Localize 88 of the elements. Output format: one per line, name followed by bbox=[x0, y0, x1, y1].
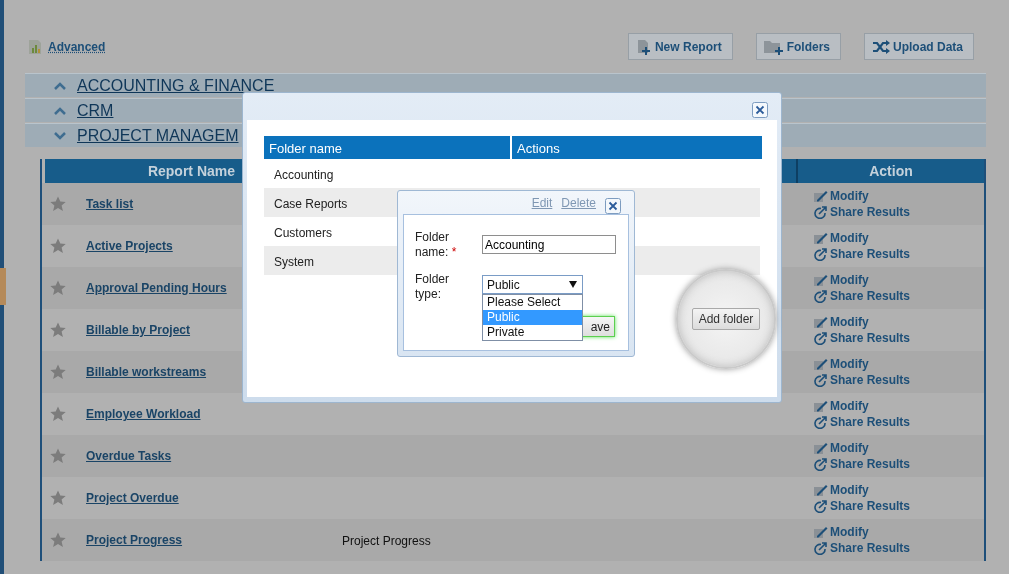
field-label: Folder type: bbox=[415, 272, 450, 302]
share-results-link[interactable]: Share Results bbox=[814, 247, 984, 261]
column-header: Action bbox=[796, 159, 984, 183]
share-results-link[interactable]: Share Results bbox=[814, 289, 984, 303]
star-icon[interactable] bbox=[50, 448, 66, 464]
folder-name[interactable]: Customers bbox=[264, 226, 332, 240]
share-icon bbox=[814, 289, 828, 303]
pencil-icon bbox=[814, 274, 828, 286]
modify-link[interactable]: Modify bbox=[814, 315, 984, 329]
modify-link[interactable]: Modify bbox=[814, 231, 984, 245]
modify-link[interactable]: Modify bbox=[814, 483, 984, 497]
share-results-link[interactable]: Share Results bbox=[814, 541, 984, 555]
dropdown-option[interactable]: Public bbox=[483, 310, 582, 325]
folder-name-field[interactable]: Accounting bbox=[482, 235, 616, 254]
modify-link[interactable]: Modify bbox=[814, 525, 984, 539]
close-icon[interactable] bbox=[605, 197, 621, 214]
pencil-icon bbox=[814, 358, 828, 370]
star-icon[interactable] bbox=[50, 196, 66, 212]
share-icon bbox=[814, 247, 828, 261]
modify-link[interactable]: Modify bbox=[814, 357, 984, 371]
section-title[interactable]: CRM bbox=[77, 101, 114, 120]
pencil-icon bbox=[814, 232, 828, 244]
star-icon[interactable] bbox=[50, 364, 66, 380]
report-link[interactable]: Approval Pending Hours bbox=[86, 281, 227, 295]
modify-link[interactable]: Modify bbox=[814, 399, 984, 413]
share-icon bbox=[814, 541, 828, 555]
pencil-icon bbox=[814, 526, 828, 538]
star-icon[interactable] bbox=[50, 532, 66, 548]
dropdown-arrow-icon bbox=[569, 281, 577, 288]
share-icon bbox=[814, 205, 828, 219]
advanced-link[interactable]: Advanced bbox=[48, 39, 106, 54]
dropdown-option[interactable]: Please Select bbox=[483, 295, 582, 310]
star-icon[interactable] bbox=[50, 490, 66, 506]
close-icon[interactable] bbox=[752, 101, 768, 118]
folder-name[interactable]: Case Reports bbox=[264, 197, 348, 211]
share-icon bbox=[814, 331, 828, 345]
modify-link[interactable]: Modify bbox=[814, 441, 984, 455]
share-icon bbox=[814, 499, 828, 513]
star-icon[interactable] bbox=[50, 280, 66, 296]
folder-name[interactable]: Accounting bbox=[264, 168, 334, 182]
report-chart-icon bbox=[28, 38, 44, 55]
chevron-up-icon[interactable] bbox=[54, 106, 66, 115]
star-icon[interactable] bbox=[50, 238, 66, 254]
field-label: Folder name: * bbox=[415, 230, 458, 260]
share-results-link[interactable]: Share Results bbox=[814, 205, 984, 219]
column-header: Folder name bbox=[264, 136, 510, 159]
pencil-icon bbox=[814, 400, 828, 412]
share-results-link[interactable]: Share Results bbox=[814, 457, 984, 471]
folder-name[interactable]: System bbox=[264, 255, 314, 269]
modify-link[interactable]: Modify bbox=[814, 189, 984, 203]
add-folder-icon bbox=[763, 38, 784, 55]
chevron-down-icon[interactable] bbox=[54, 131, 66, 140]
pencil-icon bbox=[814, 484, 828, 496]
share-results-link[interactable]: Share Results bbox=[814, 331, 984, 345]
report-link[interactable]: Active Projects bbox=[86, 239, 173, 253]
toolbar-button[interactable]: New Report bbox=[627, 33, 733, 60]
pencil-icon bbox=[814, 316, 828, 328]
share-icon bbox=[814, 457, 828, 471]
star-icon[interactable] bbox=[50, 406, 66, 422]
section-title[interactable]: PROJECT MANAGEM bbox=[77, 126, 239, 145]
side-tab[interactable] bbox=[0, 268, 6, 305]
star-icon[interactable] bbox=[50, 322, 66, 338]
report-link[interactable]: Billable workstreams bbox=[86, 365, 207, 379]
add-folder-button[interactable]: Add folder bbox=[691, 308, 761, 330]
toolbar-button[interactable]: Upload Data bbox=[864, 33, 974, 60]
column-header: Actions bbox=[512, 136, 762, 159]
chevron-up-icon[interactable] bbox=[54, 81, 66, 90]
shuffle-icon bbox=[872, 39, 890, 54]
report-link[interactable]: Employee Workload bbox=[86, 407, 201, 421]
pencil-icon bbox=[814, 190, 828, 202]
share-icon bbox=[814, 373, 828, 387]
toolbar-button[interactable]: Folders bbox=[755, 33, 841, 60]
report-link[interactable]: Task list bbox=[86, 197, 134, 211]
report-link[interactable]: Overdue Tasks bbox=[86, 449, 172, 463]
share-results-link[interactable]: Share Results bbox=[814, 373, 984, 387]
report-link[interactable]: Project Overdue bbox=[86, 491, 179, 505]
add-document-icon bbox=[635, 38, 652, 55]
table-cell-text: Project Progress bbox=[341, 534, 431, 548]
folder-type-select[interactable]: Public bbox=[482, 275, 583, 294]
report-link[interactable]: Billable by Project bbox=[86, 323, 191, 337]
section-title[interactable]: ACCOUNTING & FINANCE bbox=[77, 76, 275, 95]
share-results-link[interactable]: Share Results bbox=[814, 415, 984, 429]
section-header[interactable]: ACCOUNTING & FINANCE bbox=[25, 73, 986, 97]
share-icon bbox=[814, 415, 828, 429]
pencil-icon bbox=[814, 442, 828, 454]
report-link[interactable]: Project Progress bbox=[86, 533, 183, 547]
share-results-link[interactable]: Share Results bbox=[814, 499, 984, 513]
modify-link[interactable]: Modify bbox=[814, 273, 984, 287]
